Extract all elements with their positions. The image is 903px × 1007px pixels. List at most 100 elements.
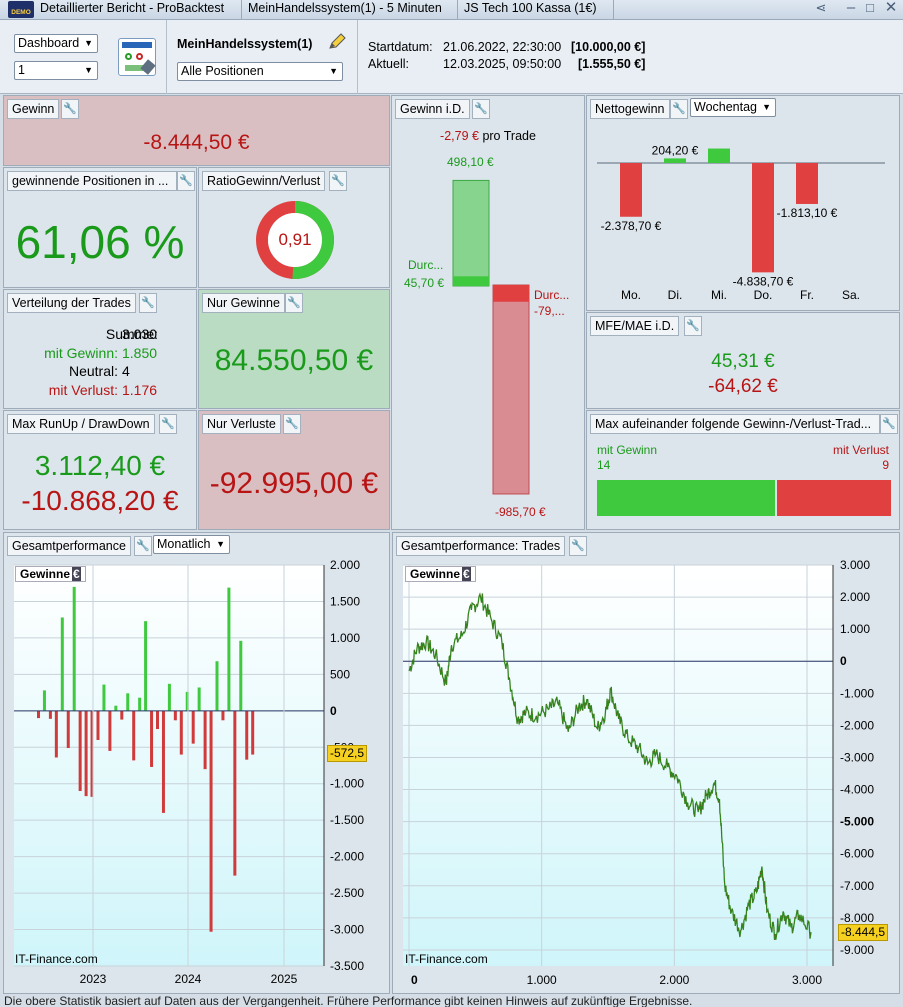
- month-bar: [173, 710, 177, 721]
- month-bar: [48, 710, 52, 719]
- weekday-bar: [664, 158, 686, 163]
- streak-win-bar: [597, 480, 775, 516]
- win-avg-name: Durc...: [408, 258, 444, 272]
- loss-avg-label: -79,...: [534, 304, 565, 318]
- current-date: 12.03.2025, 09:50:00: [443, 57, 562, 71]
- y-tick-label: 0: [330, 704, 337, 718]
- edit-pencil-icon[interactable]: [327, 32, 347, 52]
- y-tick-label: -2.000: [330, 850, 364, 864]
- x-tick-label: 0: [411, 973, 418, 987]
- panel-winning-positions: gewinnende Positionen in ... 🔧 61,06 %: [3, 167, 197, 288]
- streak-win-label: mit Gewinn: [597, 443, 658, 457]
- month-bar: [203, 710, 207, 770]
- panel-gewinn-id: Gewinn i.D. 🔧 -2,79 € pro Trade 498,10 €…: [391, 95, 585, 530]
- x-tick-label: 2025: [271, 972, 298, 986]
- chevron-down-icon: ▼: [84, 38, 93, 48]
- loss-max-label: -985,70 €: [495, 505, 546, 519]
- maximize-icon[interactable]: □: [861, 0, 879, 18]
- neutral-label: Neutral:: [68, 363, 118, 379]
- panel-only-losses: Nur Verluste 🔧 -92.995,00 €: [198, 410, 390, 530]
- drawdown-value: -10.868,20 €: [21, 485, 179, 516]
- y-tick-label: -2.500: [330, 886, 364, 900]
- wrench-icon[interactable]: 🔧: [177, 171, 195, 191]
- chart-legend: Gewinne €: [15, 566, 86, 582]
- month-bar: [120, 710, 124, 720]
- y-tick-label: -4.000: [840, 783, 874, 797]
- month-bar: [156, 710, 159, 730]
- plot-area: [14, 565, 324, 966]
- legend-text: Gewinne: [410, 567, 461, 581]
- panel-monthly-performance: Gesamtperformance 🔧 Monatlich ▼ 2.000 1.50…: [3, 532, 390, 994]
- view-select[interactable]: Dashboard ▼: [14, 34, 98, 53]
- start-date: 21.06.2022, 22:30:00: [443, 40, 562, 54]
- month-bar: [150, 710, 154, 767]
- weekday-label: Mo.: [621, 288, 641, 302]
- wrench-icon[interactable]: 🔧: [139, 293, 157, 313]
- panel-title: Gewinn: [7, 99, 60, 119]
- current-value-badge: -572,5: [327, 744, 368, 762]
- month-bar: [96, 710, 100, 740]
- month-bar: [108, 710, 112, 751]
- y-tick-label: -3.000: [840, 750, 874, 764]
- panel-trades-performance: Gesamtperformance: Trades 🔧 3.000 2.000 1.…: [392, 532, 900, 994]
- wrench-icon[interactable]: 🔧: [159, 414, 177, 434]
- month-bar: [114, 705, 118, 711]
- loss-max-bar: [492, 284, 530, 495]
- minimize-icon[interactable]: –: [842, 0, 860, 18]
- trades-chart: 3.000 2.000 1.000 0 -1.000 -2.000 -3.000 -4.000…: [403, 558, 874, 987]
- wrench-icon[interactable]: 🔧: [329, 171, 347, 191]
- y-tick-label: -5.000: [840, 815, 874, 829]
- chart-legend: Gewinne €: [405, 566, 476, 582]
- panel-title: Nur Verluste: [202, 414, 281, 434]
- loss-label: mit Verlust:: [48, 382, 118, 398]
- chevron-down-icon: ▼: [329, 66, 338, 76]
- x-tick-label: 3.000: [792, 973, 822, 987]
- x-tick-label: 2024: [175, 972, 202, 986]
- panel-title: RatioGewinn/Verlust: [202, 171, 326, 191]
- toolbar: Dashboard ▼ 1 ▼ MeinHandelssystem(1) Alle …: [0, 20, 903, 94]
- report-settings-icon[interactable]: [118, 38, 156, 76]
- x-tick-label: 1.000: [527, 973, 557, 987]
- wrench-icon[interactable]: 🔧: [283, 414, 301, 434]
- current-label: Aktuell:: [368, 57, 409, 71]
- month-bar: [78, 710, 82, 792]
- month-bar: [209, 710, 213, 932]
- legend-text: Gewinne: [20, 567, 71, 581]
- legend-unit: €: [72, 567, 81, 581]
- month-bar: [197, 687, 201, 711]
- y-tick-label: -7.000: [840, 879, 874, 893]
- month-bar: [138, 697, 142, 711]
- y-tick-label: -6.000: [840, 847, 874, 861]
- month-bar: [179, 710, 183, 755]
- app-logo-icon: DEMO: [8, 1, 34, 18]
- y-tick-label: -8.000: [840, 911, 874, 925]
- ratio-value: 0,91: [278, 230, 312, 249]
- nettogewinn-chart: -2.378,70 € Mo. 204,20 € Di. Mi. -4.838,70 €D…: [597, 143, 885, 302]
- share-icon[interactable]: ⋖: [812, 0, 830, 18]
- month-bar: [161, 710, 165, 813]
- y-tick-label: 500: [330, 667, 350, 681]
- close-icon[interactable]: ✕: [882, 0, 900, 18]
- y-tick-label: 2.000: [840, 590, 870, 604]
- streak-loss-bar: [776, 480, 891, 516]
- weekday-value-label: 204,20 €: [652, 143, 699, 157]
- month-bar: [72, 586, 76, 711]
- wrench-icon[interactable]: 🔧: [880, 414, 898, 434]
- number-select[interactable]: 1 ▼: [14, 61, 98, 80]
- y-tick-label: -9.000: [840, 943, 874, 957]
- y-tick-label: -3.000: [330, 923, 364, 937]
- win-label: mit Gewinn:: [44, 345, 118, 361]
- month-bar: [251, 710, 255, 755]
- positions-select[interactable]: Alle Positionen ▼: [177, 62, 343, 81]
- wrench-icon[interactable]: 🔧: [61, 99, 79, 119]
- win-max-label: 498,10 €: [447, 155, 494, 169]
- panel-gewinn: Gewinn 🔧 -8.444,50 €: [3, 95, 390, 166]
- wrench-icon[interactable]: 🔧: [285, 293, 303, 313]
- instrument-tab[interactable]: JS Tech 100 Kassa (1€): [458, 0, 614, 20]
- monthly-chart: 2.0001.5001.0005000-500-1.000-1.500-2.00…: [14, 558, 364, 986]
- wrench-icon[interactable]: 🔧: [684, 316, 702, 336]
- system-tab[interactable]: MeinHandelssystem(1) - 5 Minuten: [242, 0, 458, 20]
- y-tick-label: 0: [840, 654, 847, 668]
- streak-loss-value: 9: [882, 458, 889, 472]
- month-bar: [144, 621, 148, 711]
